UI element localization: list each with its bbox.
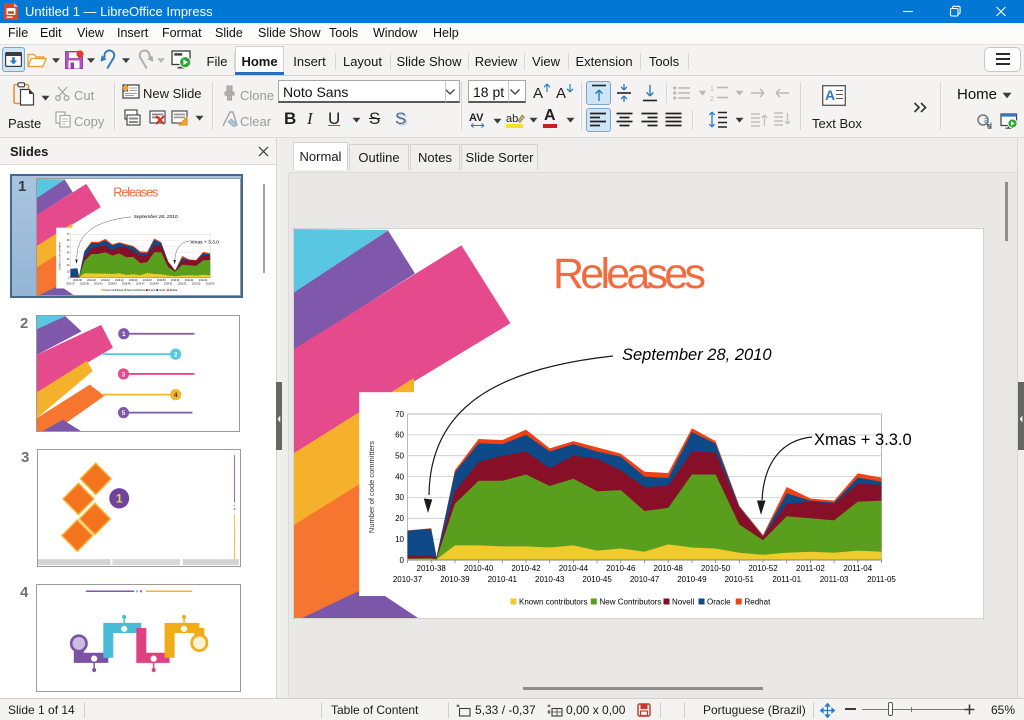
svg-text:1: 1	[116, 491, 123, 505]
svg-text:1: 1	[710, 86, 714, 93]
svg-text:4: 4	[174, 392, 178, 399]
svg-text:d: d	[987, 121, 992, 130]
svg-text:A: A	[533, 85, 543, 101]
svg-text:2: 2	[174, 351, 178, 358]
svg-text:ab: ab	[506, 113, 518, 125]
svg-text:A: A	[825, 87, 835, 103]
svg-text:3: 3	[122, 371, 126, 378]
svg-text:AV: AV	[469, 112, 484, 124]
svg-text:1: 1	[122, 331, 126, 338]
svg-text:2: 2	[710, 96, 714, 101]
svg-text:5: 5	[122, 410, 126, 417]
svg-text:A: A	[556, 85, 566, 101]
